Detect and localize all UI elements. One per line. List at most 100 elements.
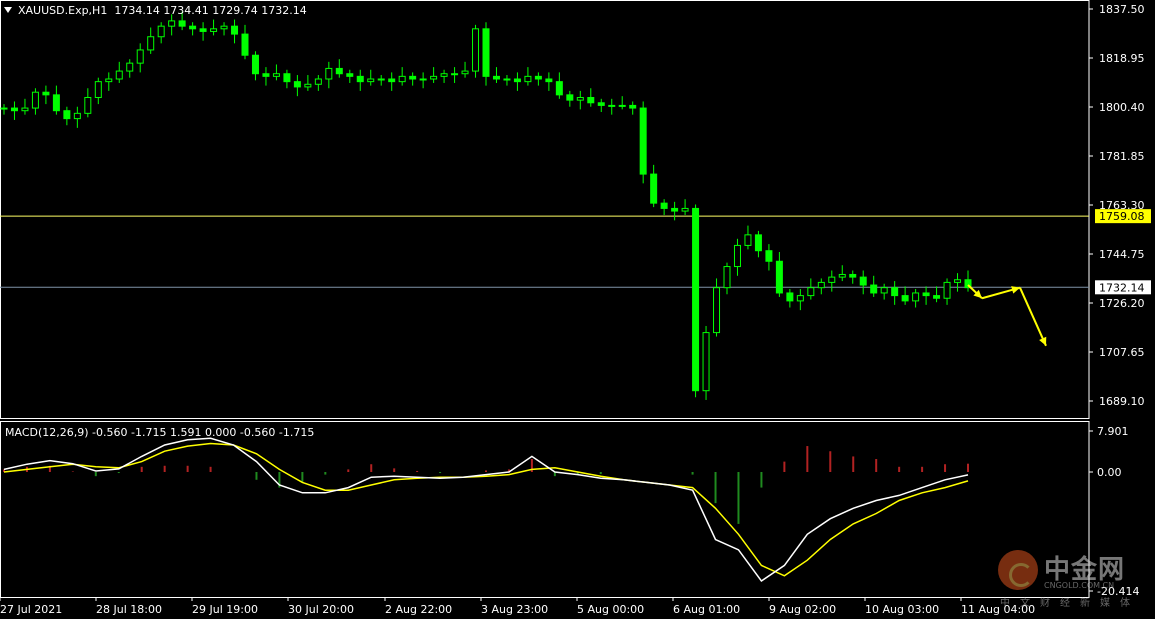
candle [73,106,81,128]
candle [765,244,773,271]
candle [492,67,500,83]
candle [0,104,8,115]
macd-signal-line [3,442,969,577]
time-tick-label: 9 Aug 02:00 [769,603,836,616]
candle [367,69,375,86]
candle [545,72,553,91]
candle [933,286,941,303]
candle-body [891,287,899,297]
candle-body [639,107,647,175]
time-tick-label: 2 Aug 22:00 [385,603,452,616]
candle-body [943,281,951,299]
candle-body [356,75,364,83]
candle [52,85,60,115]
candle-body [21,107,29,112]
time-tick-label: 3 Aug 23:00 [481,603,548,616]
candle [838,265,846,282]
candle-body [346,73,354,77]
price-tick-label: 1800.40 [1099,101,1145,114]
candle [115,61,123,83]
candle-body [210,28,218,32]
candle [430,67,438,83]
candle-body [73,112,81,120]
candle [189,22,197,36]
candle-body [262,73,270,77]
candle-body [189,25,197,30]
candle-body [251,54,259,75]
time-tick-label: 27 Jul 2021 [0,603,62,616]
candle [398,67,406,86]
candle-body [377,78,385,81]
candle-body [503,78,511,81]
candle [42,85,50,105]
candle [419,72,427,89]
candle [964,270,972,292]
candle-body [293,81,301,88]
candle-body [367,78,375,83]
candle-body [629,104,637,109]
level-label: 1759.08 [1099,210,1145,223]
candle [94,77,102,105]
candle-body [178,20,186,27]
candle [335,59,343,78]
candle [231,19,239,44]
candle-body [115,70,123,80]
candle-body [272,73,280,77]
level-label: 1732.14 [1099,281,1145,294]
candle [901,286,909,305]
cngold-logo-icon [998,550,1038,590]
ohlc-values: 1734.14 1734.41 1729.74 1732.14 [114,4,307,17]
candle [251,51,259,81]
candle [503,75,511,86]
candle-body [63,110,71,120]
candle-body [681,207,689,212]
candle-body [765,250,773,262]
candle-body [723,266,731,289]
candle [482,22,490,86]
candle-body [461,70,469,75]
candle-body [880,287,888,294]
candle-body [608,104,616,107]
candle-body [660,202,668,209]
candle [10,101,18,120]
candle-body [10,107,18,112]
candles [0,11,972,400]
candle [639,101,647,184]
watermark-logo: 中金网 CNGOLD.COM.CN 中文财经新媒体 [998,545,1148,611]
candle [744,225,752,250]
candle-body [775,260,783,294]
candle-body [618,104,626,107]
candle-body [398,75,406,83]
candle [587,88,595,107]
candle [566,90,574,107]
price-tick-label: 1689.10 [1099,395,1145,408]
time-tick-label: 28 Jul 18:00 [96,603,162,616]
candle [828,270,836,292]
projection-line [1019,287,1047,347]
macd-header: MACD(12,26,9) -0.560 -1.715 1.591 0.000 … [5,426,315,439]
candle [283,69,291,89]
candle-body [545,78,553,83]
candle-body [796,295,804,302]
candle [870,275,878,297]
candle-body [482,28,490,77]
candle [388,72,396,91]
candle-body [31,91,39,109]
candle-body [566,94,574,101]
candle-body [524,75,532,83]
candle-body [84,96,92,114]
candle [733,238,741,276]
candle [126,59,134,78]
candle-body [451,73,459,76]
main-chart-header: XAUUSD.Exp,H1 1734.14 1734.41 1729.74 17… [4,4,307,17]
candle [943,278,951,305]
price-chart[interactable]: 1837.501818.951800.401781.851763.301744.… [0,0,1155,619]
candle [293,75,301,97]
candle-body [94,81,102,98]
candle-body [713,287,721,334]
candle [210,19,218,36]
candle [377,75,385,86]
candle [754,230,762,258]
candle-body [744,234,752,246]
collapse-triangle-icon[interactable] [4,7,12,13]
